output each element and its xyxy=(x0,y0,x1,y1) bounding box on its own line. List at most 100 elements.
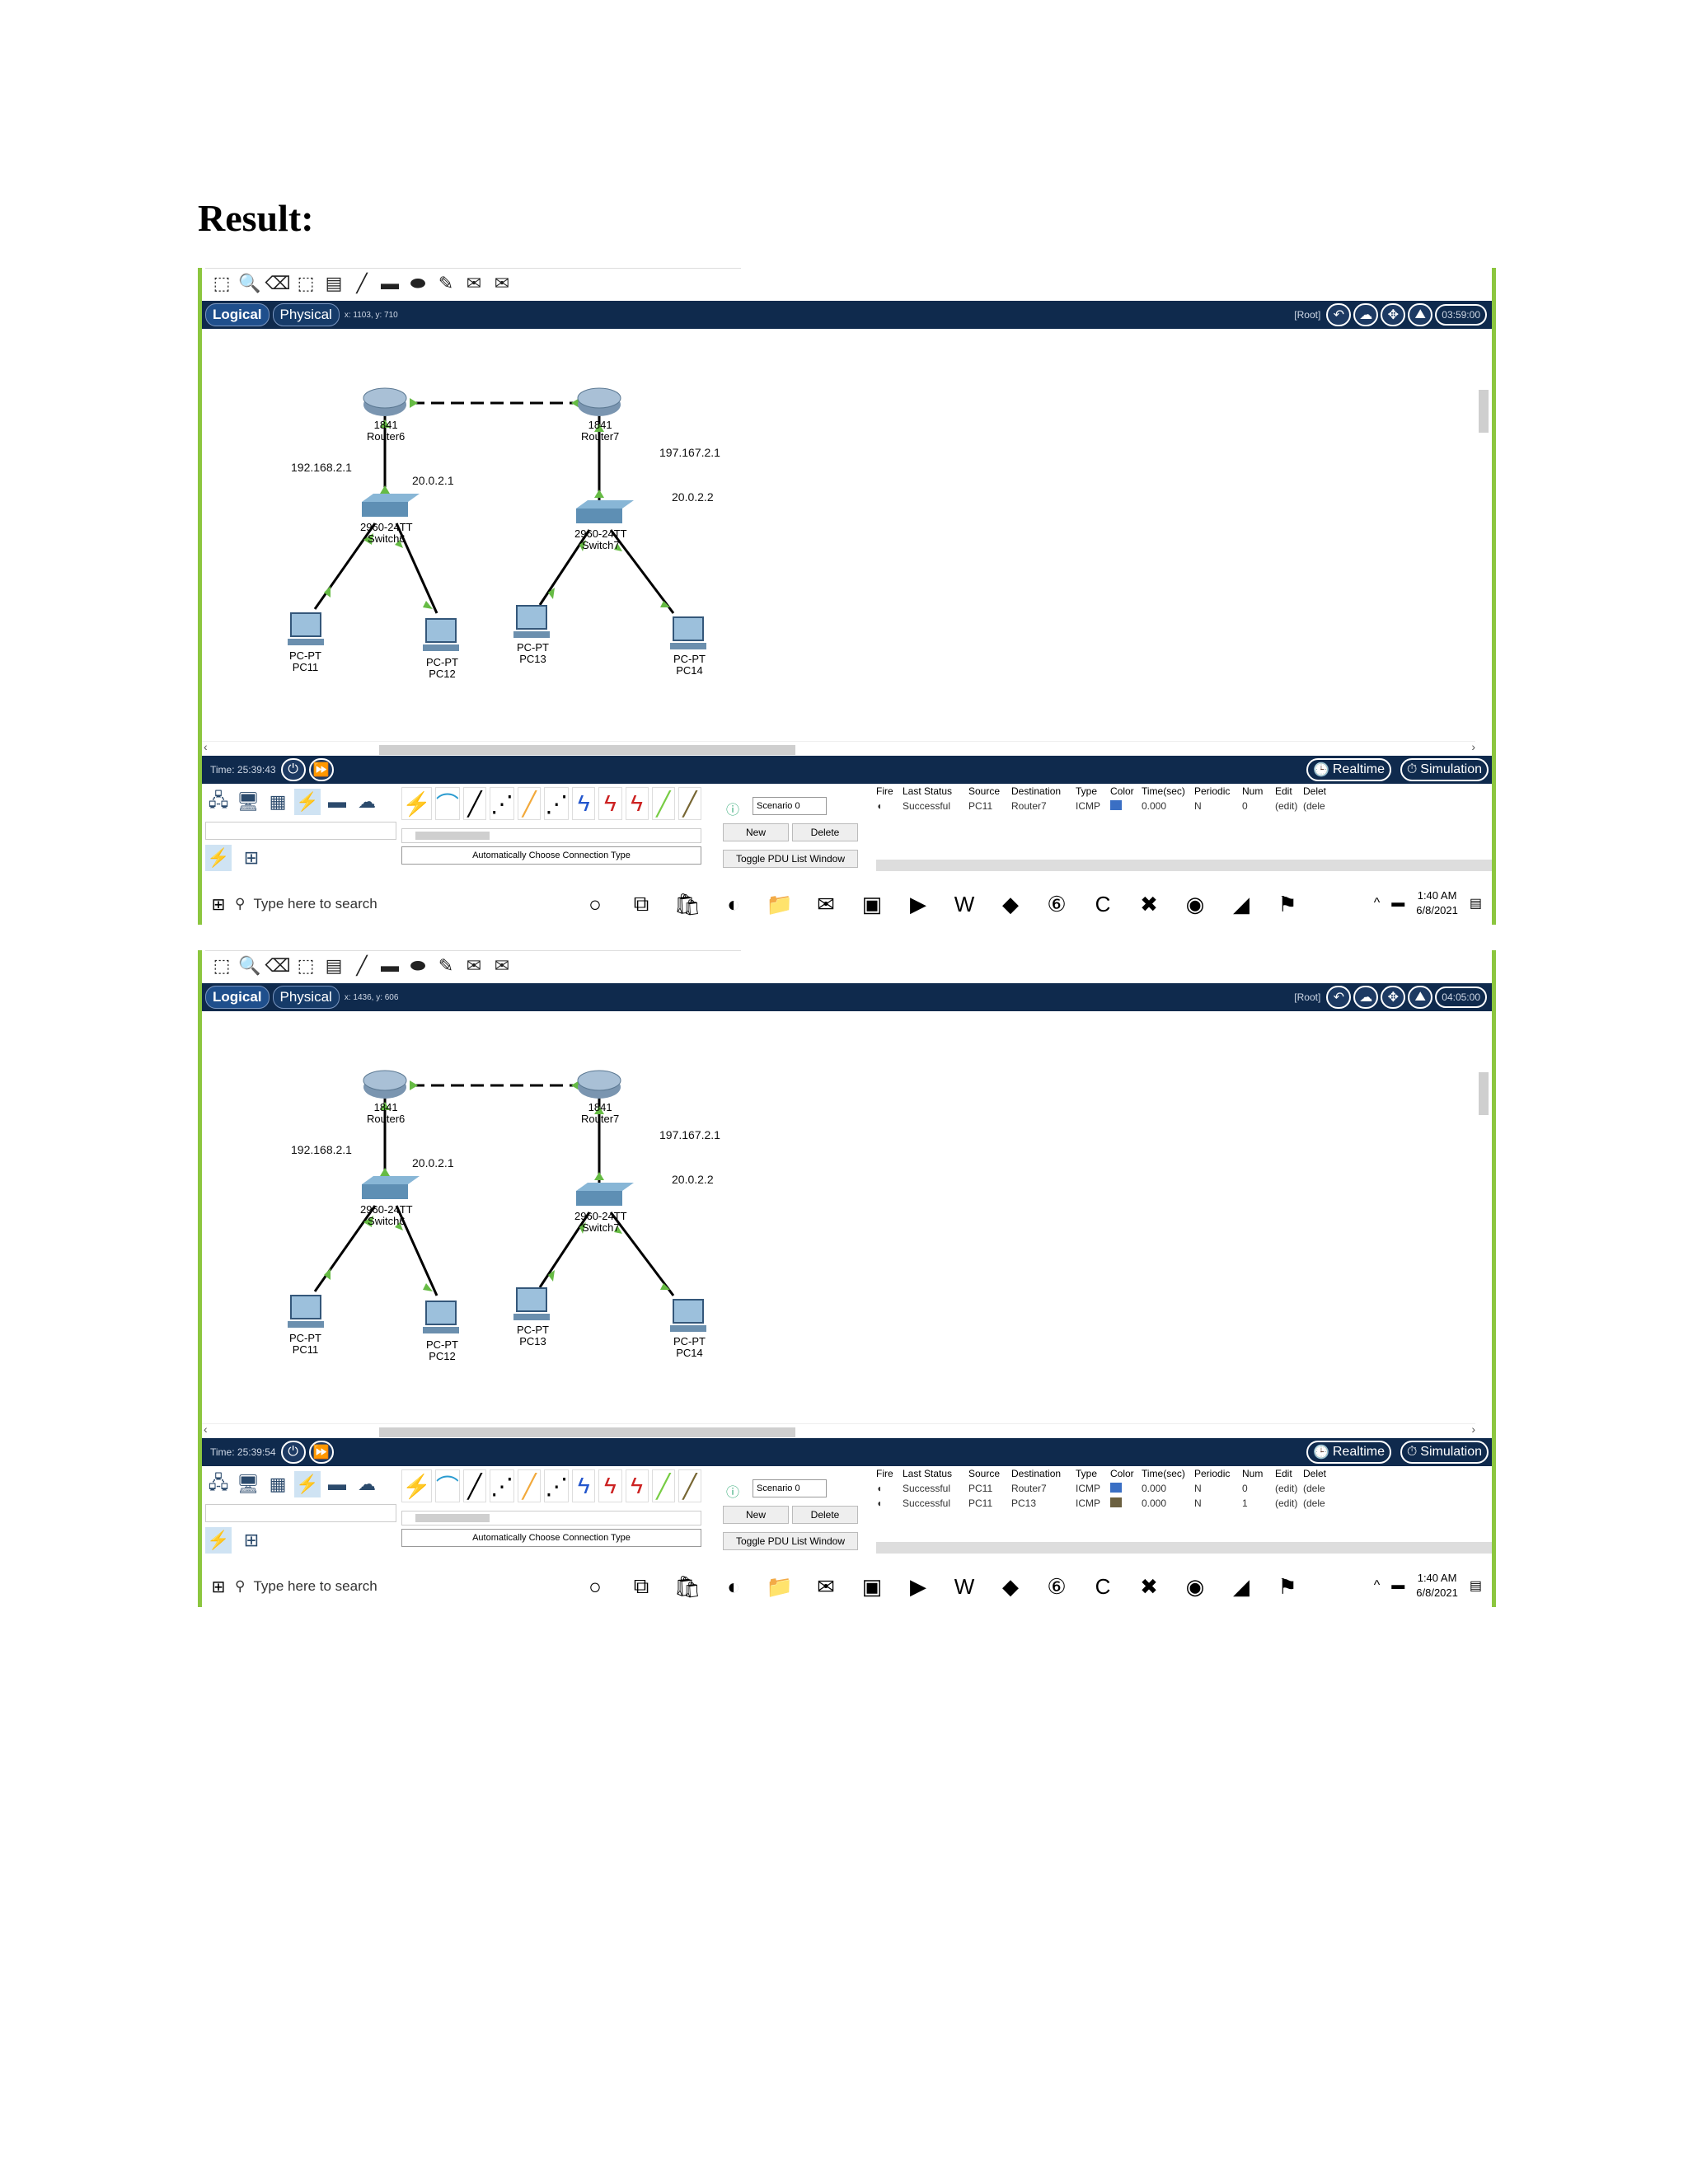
windows-start-icon[interactable]: ⊞ xyxy=(202,1577,235,1597)
select-icon[interactable]: ⬚ xyxy=(210,272,233,295)
ellipse-icon[interactable]: ⬬ xyxy=(406,954,429,977)
app2-icon[interactable]: ◢ xyxy=(1227,890,1255,918)
network-icon[interactable]: ▬ xyxy=(1391,1578,1404,1593)
coaxial-cable-icon[interactable]: ϟ xyxy=(572,787,596,820)
horizontal-scrollbar[interactable]: ‹ › xyxy=(202,1422,1475,1438)
delete-icon[interactable]: ⌫ xyxy=(265,272,290,295)
end-devices-icon[interactable]: 🖥 xyxy=(235,1471,261,1497)
realtime-mode-button[interactable]: 🕒 Realtime xyxy=(1306,758,1391,781)
notification-icon[interactable]: ▤ xyxy=(1470,895,1482,912)
move-icon[interactable]: ✥ xyxy=(1381,986,1406,1009)
mail-icon[interactable]: ✉ xyxy=(812,1572,840,1601)
pdu-row[interactable]: ◖ Successful PC11 Router7 ICMP 0.000 N 0 (edit)(… xyxy=(876,799,1492,813)
octal-cable-icon[interactable]: ╱ xyxy=(651,1469,675,1502)
components-icon[interactable]: ▦ xyxy=(265,789,291,815)
end-devices-icon[interactable]: 🖥 xyxy=(235,789,261,815)
back-icon[interactable]: ↶ xyxy=(1326,303,1352,326)
auto-connection-icon[interactable]: ⚡ xyxy=(401,1469,432,1502)
logical-workspace[interactable]: 1841 Router6 1841 Router7 2960-24TT Switch6… xyxy=(202,1011,1492,1423)
tray-chevron-icon[interactable]: ^ xyxy=(1374,896,1381,911)
pdu-column-header[interactable]: Color xyxy=(1110,1468,1142,1479)
vertical-scrollbar[interactable] xyxy=(1475,1011,1492,1438)
store-icon[interactable]: 🛍 xyxy=(673,1572,701,1601)
word-icon[interactable]: W xyxy=(950,1572,978,1601)
pdu-edit-link[interactable]: (edit) xyxy=(1275,1483,1303,1494)
notification-icon[interactable]: ▤ xyxy=(1470,1577,1482,1594)
zoom-icon[interactable]: 🔍 xyxy=(238,954,261,977)
edge-icon[interactable]: ◐ xyxy=(720,1572,748,1601)
xampp-icon[interactable]: ✖ xyxy=(1135,1572,1163,1601)
fast-forward-icon[interactable]: ⏩ xyxy=(308,758,334,781)
network-icon[interactable]: ▬ xyxy=(1391,896,1404,911)
serial-dce-icon[interactable]: ϟ xyxy=(598,1469,622,1502)
iot-cable-icon[interactable]: ╱ xyxy=(678,1469,701,1502)
pdu-column-header[interactable]: Color xyxy=(1110,785,1142,797)
simple-pdu-icon[interactable]: ✉ xyxy=(462,272,485,295)
cross-cable-icon[interactable]: ⋰ xyxy=(490,1469,515,1502)
taskbar-search[interactable]: ⚲ Type here to search xyxy=(235,1572,556,1601)
connections-icon[interactable]: ⚡ xyxy=(294,789,321,815)
realtime-mode-button[interactable]: 🕒 Realtime xyxy=(1306,1441,1391,1464)
resize-icon[interactable]: ⬚ xyxy=(294,272,317,295)
console-cable-icon[interactable]: ⌒ xyxy=(434,1469,460,1502)
toggle-pdu-list-button[interactable]: Toggle PDU List Window xyxy=(723,850,858,868)
line-icon[interactable]: ╱ xyxy=(350,272,373,295)
video-app-icon[interactable]: ▶ xyxy=(904,890,932,918)
logical-workspace[interactable]: 1841 Router6 1841 Router7 2960-24TT Switch6… xyxy=(202,329,1492,741)
network-devices-icon[interactable]: 🖧 xyxy=(205,789,232,815)
ellipse-icon[interactable]: ⬬ xyxy=(406,272,429,295)
pdu-column-header[interactable]: Time(sec) xyxy=(1142,785,1194,797)
phone-cable-icon[interactable]: ⋰ xyxy=(544,1469,570,1502)
explorer-icon[interactable]: 📁 xyxy=(766,1572,794,1601)
cluster-icon[interactable]: ☁ xyxy=(1353,303,1379,326)
app6-icon[interactable]: ⑥ xyxy=(1043,1572,1071,1601)
pdu-column-header[interactable]: Num xyxy=(1242,785,1275,797)
tray-chevron-icon[interactable]: ^ xyxy=(1374,1578,1381,1593)
pdu-row[interactable]: ◖ Successful PC11 Router7 ICMP 0.000 N 0 (edit)(… xyxy=(876,1481,1492,1496)
video-app-icon[interactable]: ▶ xyxy=(904,1572,932,1601)
pdu-column-header[interactable]: Delet xyxy=(1303,1468,1328,1479)
simple-pdu-icon[interactable]: ✉ xyxy=(462,954,485,977)
serial-dte-icon[interactable]: ϟ xyxy=(625,1469,649,1502)
straight-cable-icon[interactable]: ╱ xyxy=(462,787,487,820)
tab-logical[interactable]: Logical xyxy=(205,986,270,1009)
connections-sub-icon[interactable]: ⚡ xyxy=(205,1527,232,1554)
windows-start-icon[interactable]: ⊞ xyxy=(202,894,235,915)
pdu-column-header[interactable]: Source xyxy=(968,1468,1011,1479)
grid-icon[interactable]: ⊞ xyxy=(238,1527,265,1554)
horizontal-scrollbar[interactable]: ‹ › xyxy=(202,740,1475,756)
serial-dce-icon[interactable]: ϟ xyxy=(598,787,622,820)
pdu-column-header[interactable]: Destination xyxy=(1011,785,1076,797)
pdu-column-header[interactable]: Periodic xyxy=(1194,1468,1242,1479)
console-cable-icon[interactable]: ⌒ xyxy=(434,787,460,820)
xampp-icon[interactable]: ✖ xyxy=(1135,890,1163,918)
pdu-scrollbar[interactable] xyxy=(876,1542,1492,1554)
coaxial-cable-icon[interactable]: ϟ xyxy=(572,1469,596,1502)
camtasia-icon[interactable]: C xyxy=(1089,890,1117,918)
root-label[interactable]: [Root] xyxy=(1294,991,1320,1003)
move-icon[interactable]: ✥ xyxy=(1381,303,1406,326)
pdu-column-header[interactable]: Fire xyxy=(876,785,903,797)
straight-cable-icon[interactable]: ╱ xyxy=(462,1469,487,1502)
pdu-column-header[interactable]: Num xyxy=(1242,1468,1275,1479)
power-cycle-icon[interactable]: ⏻ xyxy=(280,758,306,781)
app2-icon[interactable]: ◢ xyxy=(1227,1572,1255,1601)
grid-icon[interactable]: ⊞ xyxy=(238,845,265,871)
fiber-cable-icon[interactable]: ╱ xyxy=(518,1469,542,1502)
select-icon[interactable]: ⬚ xyxy=(210,954,233,977)
background-icon[interactable]: ⛰ xyxy=(1408,303,1433,326)
chrome-icon[interactable]: ◉ xyxy=(1181,1572,1209,1601)
note-icon[interactable]: ▤ xyxy=(322,954,345,977)
app-icon[interactable]: ◆ xyxy=(996,1572,1025,1601)
zoom-app-icon[interactable]: ▣ xyxy=(858,890,886,918)
connection-scrollbar[interactable] xyxy=(401,828,701,843)
pdu-column-header[interactable]: Edit xyxy=(1275,785,1303,797)
device-filter-input[interactable] xyxy=(205,1504,396,1522)
auto-connection-icon[interactable]: ⚡ xyxy=(401,787,432,820)
fast-forward-icon[interactable]: ⏩ xyxy=(308,1441,334,1464)
pdu-column-header[interactable]: Fire xyxy=(876,1468,903,1479)
pdu-column-header[interactable]: Last Status xyxy=(903,1468,968,1479)
app6-icon[interactable]: ⑥ xyxy=(1043,890,1071,918)
rectangle-icon[interactable]: ▬ xyxy=(378,272,401,295)
pdu-column-header[interactable]: Last Status xyxy=(903,785,968,797)
